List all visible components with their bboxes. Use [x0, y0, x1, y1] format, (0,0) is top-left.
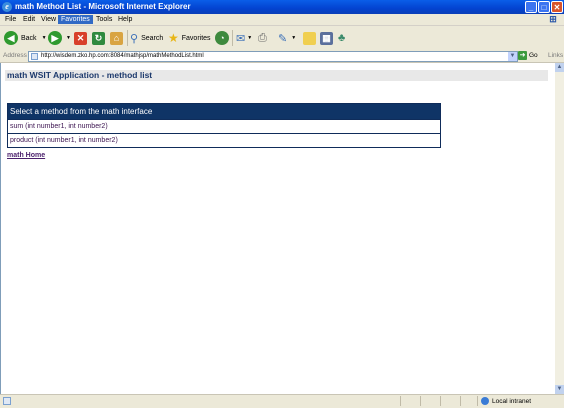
method-table-header: Select a method from the math interface: [7, 103, 441, 120]
print-icon: ⎙: [258, 31, 267, 44]
mail-button[interactable]: ✉ ▼: [236, 29, 252, 47]
back-dropdown-icon[interactable]: ▼: [42, 35, 47, 41]
go-arrow-icon: ➜: [518, 51, 527, 60]
method-table: Select a method from the math interface …: [7, 103, 441, 148]
discuss-button[interactable]: [303, 29, 316, 47]
links-button[interactable]: Links: [548, 52, 563, 59]
stop-button[interactable]: ✕: [74, 29, 87, 47]
forward-button[interactable]: ▶ ▼: [48, 29, 71, 47]
favorites-button[interactable]: ★ Favorites: [168, 29, 211, 47]
title-bar: e math Method List - Microsoft Internet …: [0, 0, 564, 14]
print-button[interactable]: ⎙: [258, 29, 267, 47]
scroll-up-icon[interactable]: ▲: [555, 63, 564, 72]
scroll-down-icon[interactable]: ▼: [555, 385, 564, 394]
address-url[interactable]: http://wisdem.zko.hp.com:8084/mathjsp/ma…: [41, 53, 204, 60]
mail-dropdown-icon[interactable]: ▼: [247, 35, 252, 41]
favorites-label: Favorites: [181, 34, 211, 42]
discuss-icon: [303, 31, 316, 45]
toolbar-divider: [232, 30, 233, 46]
menu-favorites[interactable]: Favorites: [58, 15, 93, 24]
search-icon: ⚲: [130, 32, 139, 45]
back-arrow-icon: ◀: [4, 31, 18, 45]
home-button[interactable]: ⌂: [110, 29, 123, 47]
toolbar-divider: [127, 30, 128, 46]
ie-logo-icon: e: [2, 2, 12, 12]
status-bar: Local intranet: [0, 394, 564, 408]
forward-arrow-icon: ▶: [48, 31, 62, 45]
address-input[interactable]: http://wisdem.zko.hp.com:8084/mathjsp/ma…: [28, 51, 518, 62]
edit-page-icon: ✎: [278, 32, 288, 45]
maximize-button[interactable]: □: [538, 1, 550, 13]
history-icon: ◔: [215, 31, 229, 45]
back-button[interactable]: ◀ Back ▼: [4, 29, 47, 47]
back-label: Back: [21, 34, 37, 42]
menu-bar: File Edit View Favorites Tools Help ⊞: [0, 14, 564, 26]
status-divider: [477, 396, 478, 406]
stop-icon: ✕: [74, 31, 87, 45]
go-button[interactable]: ➜ Go: [518, 51, 538, 60]
mail-icon: ✉: [236, 32, 246, 45]
close-button[interactable]: ✕: [551, 1, 563, 13]
menu-tools[interactable]: Tools: [93, 15, 115, 24]
vertical-scrollbar[interactable]: ▲ ▼: [555, 63, 564, 394]
forward-dropdown-icon[interactable]: ▼: [66, 35, 71, 41]
search-label: Search: [141, 34, 164, 42]
search-button[interactable]: ⚲ Search: [130, 29, 163, 47]
zone-label: Local intranet: [492, 397, 532, 405]
home-icon: ⌂: [110, 31, 123, 45]
edit-button[interactable]: ✎ ▼: [278, 29, 296, 47]
menu-edit[interactable]: Edit: [20, 15, 38, 24]
status-divider: [460, 396, 461, 406]
security-zone: Local intranet: [481, 397, 531, 405]
menu-file[interactable]: File: [2, 15, 19, 24]
go-label: Go: [529, 52, 538, 59]
messenger-button[interactable]: ♣: [338, 29, 345, 47]
toolbar: ◀ Back ▼ ▶ ▼ ✕ ↻ ⌂ ⚲ Search ★ Favorites …: [0, 26, 564, 51]
research-icon: ▦: [320, 31, 333, 45]
minimize-button[interactable]: _: [525, 1, 537, 13]
windows-logo-icon: ⊞: [549, 14, 557, 24]
favorites-star-icon: ★: [168, 31, 179, 45]
edit-dropdown-icon[interactable]: ▼: [291, 35, 296, 41]
page-heading: math WSIT Application - method list: [5, 70, 548, 81]
menu-view[interactable]: View: [38, 15, 59, 24]
status-divider: [400, 396, 401, 406]
address-bar: Address http://wisdem.zko.hp.com:8084/ma…: [0, 50, 564, 63]
refresh-icon: ↻: [92, 31, 105, 45]
address-dropdown-icon[interactable]: ▼: [508, 52, 517, 61]
method-link-product[interactable]: product (int number1, int number2): [7, 133, 441, 148]
status-divider: [420, 396, 421, 406]
page-content: math WSIT Application - method list Sele…: [0, 63, 555, 394]
menu-help[interactable]: Help: [115, 15, 135, 24]
history-button[interactable]: ◔: [215, 29, 229, 47]
math-home-link[interactable]: math Home: [7, 152, 45, 159]
window-title: math Method List - Microsoft Internet Ex…: [15, 2, 191, 11]
page-icon: [31, 53, 38, 60]
research-button[interactable]: ▦: [320, 29, 333, 47]
address-label: Address: [3, 52, 27, 59]
status-divider: [440, 396, 441, 406]
messenger-icon: ♣: [338, 32, 346, 44]
intranet-globe-icon: [481, 397, 489, 405]
refresh-button[interactable]: ↻: [92, 29, 105, 47]
method-link-sum[interactable]: sum (int number1, int number2): [7, 119, 441, 134]
status-page-icon: [3, 397, 11, 405]
